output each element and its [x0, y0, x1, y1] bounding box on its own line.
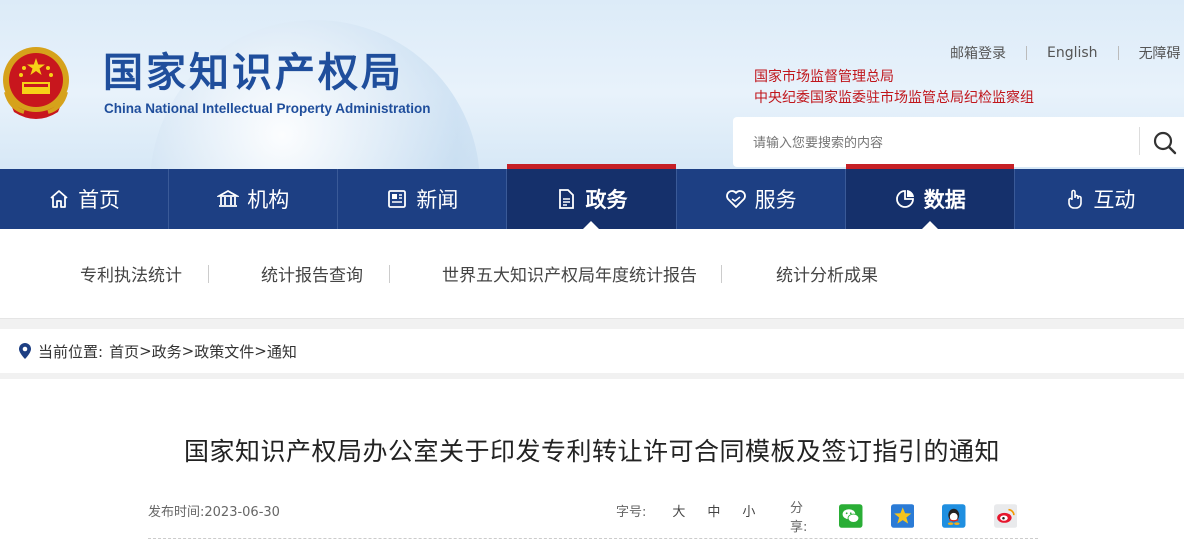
qzone-icon[interactable] [890, 503, 915, 529]
nav-item-data[interactable]: 数据 [845, 164, 1015, 229]
breadcrumb-area: 当前位置: 首页 > 政务 > 政策文件 > 通知 [0, 319, 1184, 379]
samr-link[interactable]: 国家市场监督管理总局 [754, 67, 1034, 88]
nav-item-interaction[interactable]: 互动 [1015, 169, 1184, 229]
subnav-divider [721, 264, 722, 283]
search-divider [1139, 127, 1140, 155]
hand-pointer-icon [1068, 189, 1083, 209]
weibo-icon[interactable] [993, 503, 1018, 529]
breadcrumb-policy-documents[interactable]: 政策文件 [194, 341, 254, 362]
top-link-divider [1026, 46, 1027, 60]
nav-item-label: 新闻 [416, 188, 459, 212]
nav-item-label: 数据 [923, 188, 966, 212]
discipline-inspection-link[interactable]: 中央纪委国家监委驻市场监管总局纪检监察组 [754, 88, 1034, 109]
sub-nav: 专利执法统计 统计报告查询 世界五大知识产权局年度统计报告 统计分析成果 [0, 229, 1184, 319]
pie-chart-icon [895, 190, 914, 208]
subnav-divider [389, 264, 390, 283]
breadcrumb-separator: > [181, 342, 195, 360]
mail-login-link[interactable]: 邮箱登录 [950, 43, 1006, 63]
search-box [733, 117, 1184, 167]
search-input[interactable] [753, 134, 1113, 150]
search-icon[interactable] [1151, 129, 1179, 157]
share-bar: 分享: [790, 497, 1045, 535]
qq-icon[interactable] [942, 503, 966, 529]
nav-item-label: 机构 [247, 188, 290, 212]
breadcrumb-home[interactable]: 首页 [109, 341, 139, 362]
site-logo-english[interactable]: China National Intellectual Property Adm… [104, 101, 431, 116]
subnav-patent-enforcement-stats[interactable]: 专利执法统计 [80, 261, 182, 286]
breadcrumb-label: 当前位置: [38, 342, 104, 361]
nav-item-label: 服务 [754, 188, 797, 212]
publish-date-value: 2023-06-30 [204, 505, 280, 520]
header-banner: 国家知识产权局 China National Intellectual Prop… [0, 0, 1184, 169]
english-link[interactable]: English [1047, 45, 1098, 61]
font-size-small-button[interactable]: 小 [742, 501, 755, 520]
font-size-medium-button[interactable]: 中 [707, 501, 720, 520]
font-size-control: 字号: 大 中 小 [616, 501, 777, 520]
font-size-large-button[interactable]: 大 [672, 501, 685, 520]
publish-date-label: 发布时间: [148, 505, 205, 520]
news-icon [388, 190, 407, 208]
national-emblem-icon [3, 47, 69, 119]
nav-item-service[interactable]: 服务 [677, 169, 846, 229]
subnav-ip5-annual-report[interactable]: 世界五大知识产权局年度统计报告 [442, 261, 697, 286]
accessibility-link[interactable]: 无障碍 [1139, 43, 1181, 63]
subnav-divider [208, 264, 209, 283]
nav-item-label: 互动 [1093, 188, 1136, 212]
breadcrumb-separator: > [254, 342, 267, 360]
home-icon [50, 190, 68, 208]
breadcrumb: 当前位置: 首页 > 政务 > 政策文件 > 通知 [0, 329, 1184, 373]
nav-item-government-affairs[interactable]: 政务 [507, 164, 677, 229]
meta-divider [148, 538, 1038, 539]
breadcrumb-notice[interactable]: 通知 [267, 341, 297, 362]
nav-item-institution[interactable]: 机构 [169, 169, 339, 229]
breadcrumb-separator: > [139, 342, 152, 360]
subnav-stats-report-query[interactable]: 统计报告查询 [261, 261, 363, 286]
top-link-divider [1117, 46, 1119, 60]
nav-item-news[interactable]: 新闻 [338, 169, 508, 229]
site-logo-chinese[interactable]: 国家知识产权局 [103, 48, 404, 98]
heart-service-icon [725, 190, 746, 208]
publish-date: 发布时间:2023-06-30 [148, 501, 280, 520]
main-nav: 首页 机构 新闻 政务 服务 数据 互动 [0, 164, 1184, 229]
wechat-icon[interactable] [839, 503, 863, 529]
share-label: 分享: [790, 501, 808, 535]
subnav-stats-analysis-results[interactable]: 统计分析成果 [776, 261, 878, 286]
article-title: 国家知识产权局办公室关于印发专利转让许可合同模板及签订指引的通知 [183, 437, 1000, 466]
document-icon [559, 189, 575, 209]
nav-item-home[interactable]: 首页 [0, 169, 170, 229]
nav-item-label: 政务 [585, 188, 628, 212]
org-links: 国家市场监督管理总局 中央纪委国家监委驻市场监管总局纪检监察组 [754, 67, 1034, 109]
article-meta: 发布时间:2023-06-30 字号: 大 中 小 分享: [148, 497, 1038, 535]
location-pin-icon [19, 343, 31, 359]
institution-icon [217, 189, 240, 207]
font-size-label: 字号: [616, 505, 647, 520]
breadcrumb-government-affairs[interactable]: 政务 [152, 341, 182, 362]
nav-item-label: 首页 [78, 188, 121, 212]
top-links: 邮箱登录 English 无障碍 [950, 43, 1181, 63]
